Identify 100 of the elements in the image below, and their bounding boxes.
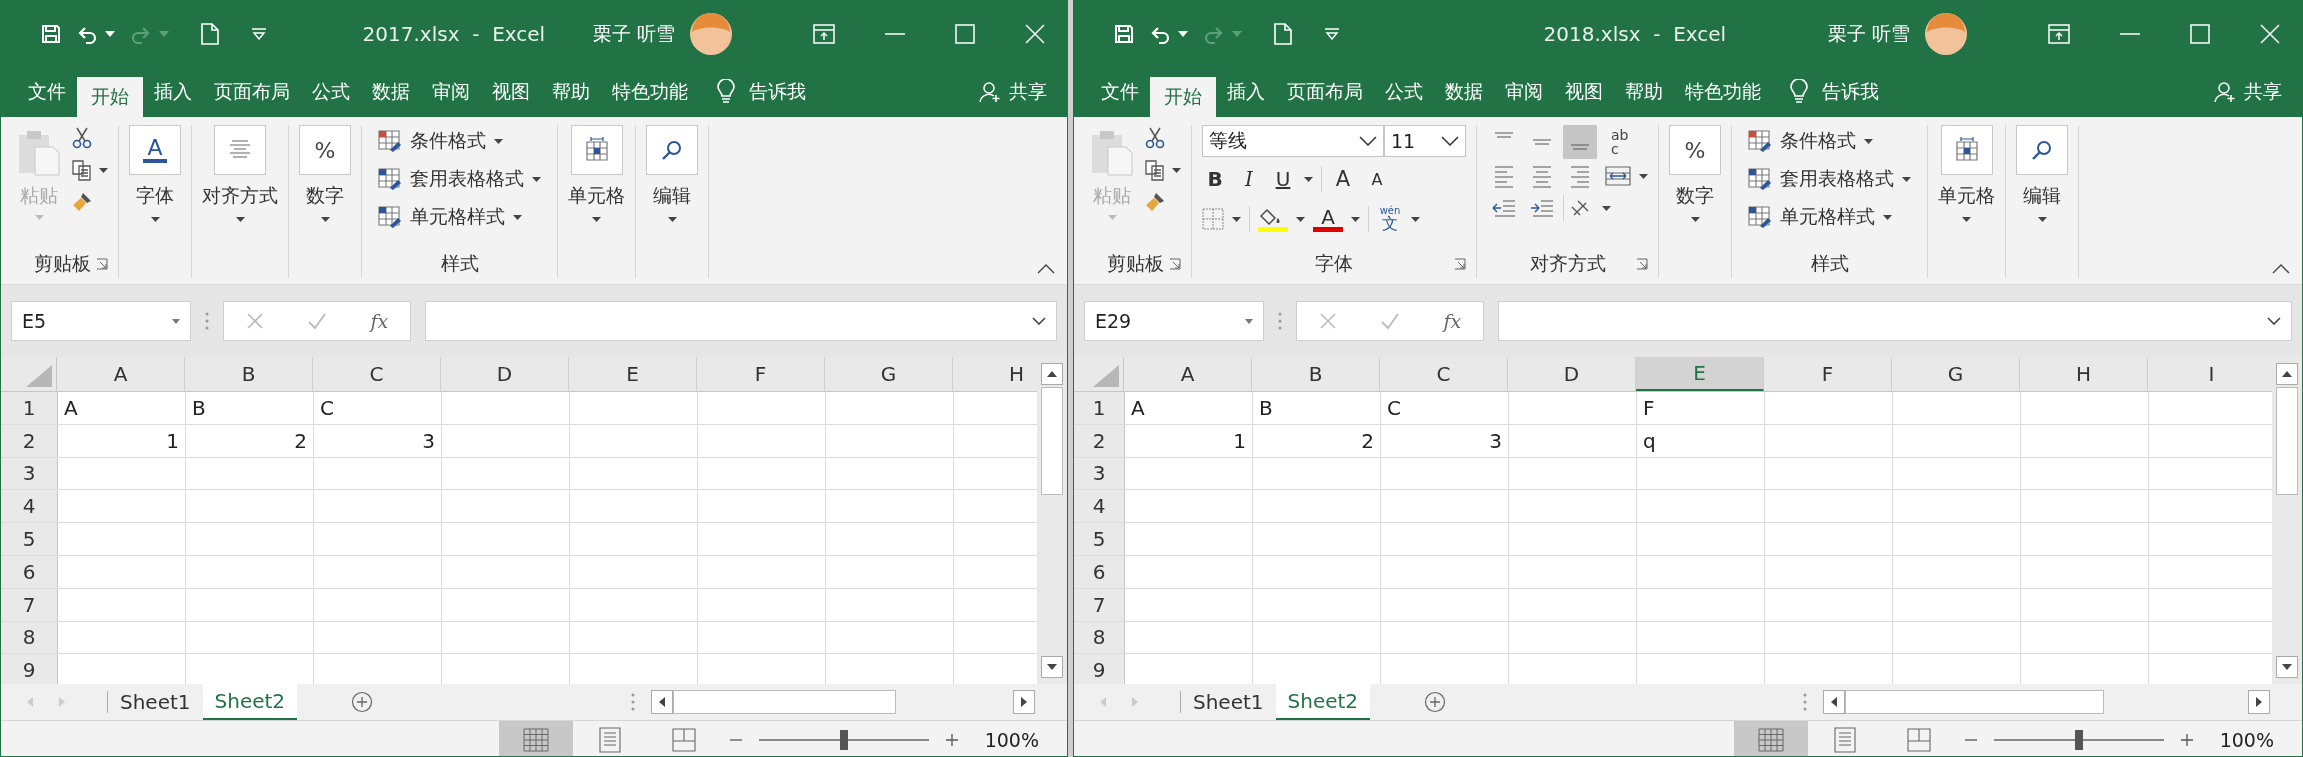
column-header[interactable]: G: [825, 357, 953, 391]
formula-input[interactable]: [1498, 301, 2292, 341]
style-menu-button[interactable]: 套用表格格式: [1748, 163, 1911, 195]
collapse-ribbon-icon[interactable]: [1037, 264, 1055, 274]
ribbon-tab[interactable]: 特色功能: [1674, 67, 1772, 117]
caret-icon[interactable]: [99, 167, 108, 173]
column-header[interactable]: B: [1252, 357, 1380, 391]
dialog-launcher-icon[interactable]: [1636, 258, 1648, 270]
dialog-launcher-icon[interactable]: [96, 258, 108, 270]
bold-button[interactable]: B: [1202, 167, 1228, 191]
ribbon-tab[interactable]: 数据: [1434, 67, 1494, 117]
scroll-thumb[interactable]: [1845, 690, 2105, 714]
insert-function-button[interactable]: fx: [1443, 310, 1462, 332]
vertical-scrollbar[interactable]: [1037, 357, 1067, 684]
ribbon-tab[interactable]: 数据: [361, 67, 421, 117]
dialog-launcher-icon[interactable]: [1169, 258, 1181, 270]
row-header[interactable]: 1: [1074, 392, 1125, 424]
zoom-slider[interactable]: [758, 729, 929, 750]
phonetic-button[interactable]: wén 文: [1377, 206, 1403, 232]
ribbon-tab[interactable]: 特色功能: [601, 67, 699, 117]
customize-icon[interactable]: [251, 28, 267, 40]
font-name-field[interactable]: 等线: [1202, 125, 1384, 157]
row-header[interactable]: 8: [1, 621, 58, 654]
font-size-field[interactable]: 11: [1384, 125, 1466, 157]
drag-handle-icon[interactable]: [631, 693, 636, 711]
caret-icon[interactable]: [1304, 176, 1313, 182]
share-button[interactable]: 共享: [979, 67, 1047, 117]
style-menu-button[interactable]: 单元格样式: [1748, 201, 1911, 233]
style-menu-button[interactable]: 条件格式: [378, 125, 541, 157]
insert-function-button[interactable]: fx: [370, 310, 389, 332]
ribbon-tab[interactable]: 帮助: [1614, 67, 1674, 117]
normal-view-icon[interactable]: [498, 721, 573, 756]
row-header[interactable]: 8: [1074, 621, 1125, 654]
caret-icon[interactable]: [1178, 31, 1188, 37]
column-header[interactable]: G: [1892, 357, 2020, 391]
name-box[interactable]: E29: [1084, 301, 1264, 341]
maximize-icon[interactable]: [2190, 24, 2210, 44]
close-icon[interactable]: [1025, 24, 1045, 44]
scroll-left-icon[interactable]: [651, 690, 674, 714]
caret-icon[interactable]: [1411, 216, 1420, 222]
column-header[interactable]: B: [185, 357, 313, 391]
ribbon-tab[interactable]: 审阅: [1494, 67, 1554, 117]
ribbon-display-icon[interactable]: [813, 24, 835, 44]
column-header[interactable]: E: [1636, 357, 1764, 391]
drag-handle-icon[interactable]: [205, 312, 209, 330]
row-header[interactable]: 6: [1, 556, 58, 588]
caret-icon[interactable]: [1172, 167, 1181, 173]
zoom-slider[interactable]: [1993, 729, 2164, 750]
caret-icon[interactable]: [1639, 173, 1648, 179]
borders-icon[interactable]: [1202, 208, 1224, 230]
avatar-icon[interactable]: [1924, 12, 1968, 56]
column-header[interactable]: F: [1764, 357, 1892, 391]
add-sheet-icon[interactable]: [351, 691, 374, 713]
sheet-tab[interactable]: Sheet2: [1275, 684, 1371, 720]
scroll-down-icon[interactable]: [2276, 656, 2298, 678]
sheet-tab[interactable]: Sheet1: [1181, 684, 1276, 720]
row-header[interactable]: 3: [1, 457, 58, 490]
copy-icon[interactable]: [1144, 159, 1166, 181]
ribbon-tab[interactable]: 开始: [1150, 77, 1216, 117]
drag-handle-icon[interactable]: [1803, 693, 1808, 711]
row-header[interactable]: 7: [1074, 588, 1125, 621]
row-header[interactable]: 5: [1074, 523, 1125, 555]
column-header[interactable]: E: [569, 357, 697, 391]
ribbon-tab[interactable]: 公式: [301, 67, 361, 117]
shrink-font-button[interactable]: A: [1364, 169, 1390, 189]
zoom-level[interactable]: 100%: [2219, 728, 2274, 751]
column-header[interactable]: F: [697, 357, 825, 391]
collapse-ribbon-icon[interactable]: [2272, 264, 2290, 274]
ribbon-tab[interactable]: 插入: [143, 67, 203, 117]
scissors-icon[interactable]: [71, 127, 93, 149]
italic-button[interactable]: I: [1236, 167, 1262, 191]
scroll-down-icon[interactable]: [1041, 656, 1063, 678]
column-header[interactable]: D: [441, 357, 569, 391]
caret-icon[interactable]: [1602, 205, 1611, 211]
caret-icon[interactable]: [105, 31, 115, 37]
column-header[interactable]: C: [1380, 357, 1508, 391]
ribbon-tab[interactable]: 帮助: [541, 67, 601, 117]
share-button[interactable]: 共享: [2214, 67, 2282, 117]
row-header[interactable]: 2: [1074, 424, 1125, 457]
ribbon-tab[interactable]: 视图: [481, 67, 541, 117]
vertical-scrollbar[interactable]: [2272, 357, 2302, 684]
new-file-icon[interactable]: [1274, 23, 1292, 45]
column-header[interactable]: C: [313, 357, 441, 391]
style-menu-button[interactable]: 套用表格格式: [378, 163, 541, 195]
wrap-text-button[interactable]: ab c: [1611, 128, 1629, 156]
caret-icon[interactable]: [1232, 216, 1241, 222]
ribbon-display-icon[interactable]: [2048, 24, 2070, 44]
alignment-group-button[interactable]: 对齐方式: [202, 125, 278, 222]
zoom-in-icon[interactable]: [944, 732, 959, 747]
column-header[interactable]: H: [2020, 357, 2148, 391]
scroll-up-icon[interactable]: [1041, 363, 1063, 385]
ribbon-tab[interactable]: 开始: [77, 77, 143, 117]
caret-icon[interactable]: [1351, 216, 1360, 222]
scroll-up-icon[interactable]: [2276, 363, 2298, 385]
zoom-in-icon[interactable]: [2179, 732, 2194, 747]
ribbon-tab[interactable]: 页面布局: [1276, 67, 1374, 117]
check-icon[interactable]: [1380, 312, 1401, 330]
cells-group-button[interactable]: 单元格: [1938, 125, 1995, 222]
new-file-icon[interactable]: [201, 23, 219, 45]
ribbon-tab[interactable]: 视图: [1554, 67, 1614, 117]
